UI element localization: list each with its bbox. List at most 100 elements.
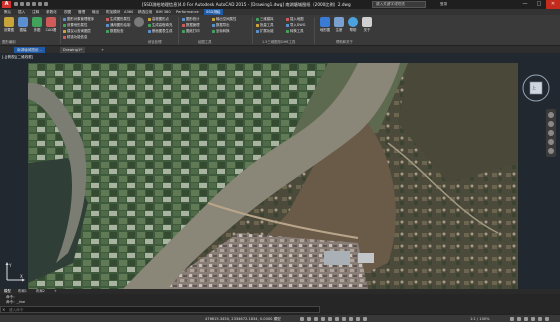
polar-icon[interactable] xyxy=(321,317,325,321)
snap-icon[interactable] xyxy=(307,317,311,321)
ribbon-tool-label: 插入地图 xyxy=(290,17,304,21)
ribbon-tool-label: 导入DWG xyxy=(290,23,306,27)
cad-view-button[interactable]: CAD看 xyxy=(44,17,58,32)
viewport-controls-label[interactable]: [-][俯视][二维线框] xyxy=(2,55,33,60)
command-history-line: 命令：_line xyxy=(6,300,26,304)
drawing-viewport[interactable]: [-][俯视][二维线框] 上 Y X xyxy=(0,53,560,289)
title-bar: A [SSD测绘地理信息]4.0 For Autodesk AutoCAD 20… xyxy=(0,0,560,9)
isolate-icon[interactable] xyxy=(524,317,528,321)
app-logo-icon[interactable]: A xyxy=(2,1,11,8)
ribbon-tool[interactable]: 转换工具 xyxy=(286,29,304,33)
ribbon-tool-label: 设置地形属性 xyxy=(67,23,88,27)
pan-icon[interactable] xyxy=(548,121,554,127)
customize-icon[interactable] xyxy=(545,317,549,321)
command-input[interactable] xyxy=(9,307,309,312)
sheet-button[interactable]: 图幅 xyxy=(16,17,30,32)
ribbon-tool[interactable]: 高程图形点 xyxy=(148,17,169,21)
ribbon-tool[interactable]: 生成图形属性 xyxy=(106,17,130,21)
ribbon-tool-label: 扩展功能 xyxy=(260,29,274,33)
ribbon-tool[interactable]: 坐标转换 xyxy=(212,29,230,33)
about-button[interactable]: 关于 xyxy=(360,17,374,32)
tool-icon xyxy=(63,35,66,39)
sign-in-link[interactable]: 登录 xyxy=(440,1,447,8)
ribbon-tool[interactable]: 断面图表生成 xyxy=(148,29,172,33)
tool-icon xyxy=(148,23,151,27)
gear-icon xyxy=(134,17,144,27)
ribbon-tool[interactable]: 插入地图 xyxy=(286,17,304,21)
close-button[interactable]: ✕ xyxy=(546,0,560,9)
ribbon-tool[interactable]: 精选功能信息 xyxy=(63,35,87,39)
status-bar: 476615.3450, 2334672.1834, 0.0000 模型 1:1… xyxy=(0,314,560,322)
ribbon-tool[interactable]: 通用图形绘制 xyxy=(106,23,130,27)
sheet-label: 图幅 xyxy=(19,28,27,32)
steering-wheel-icon[interactable] xyxy=(548,112,554,118)
ribbon-tool-label: 图形统计 xyxy=(186,17,200,21)
register-icon xyxy=(334,17,344,27)
ribbon-tool[interactable]: 扩展功能 xyxy=(256,29,274,33)
workspace-gear-icon[interactable] xyxy=(510,317,514,321)
ribbon-tool[interactable]: 三维模拟 xyxy=(256,17,274,21)
ribbon-tool-label: 数据检查 xyxy=(110,29,124,33)
coordinate-readout: 476615.3450, 2334672.1834, 0.0000 模型 xyxy=(205,317,281,321)
print-icon[interactable] xyxy=(32,2,36,6)
help-button[interactable]: 帮助 xyxy=(346,17,360,32)
viewcube-icon[interactable] xyxy=(521,73,551,103)
close-icon[interactable]: ✕ xyxy=(2,307,5,312)
search-box[interactable]: 键入关键字或短语 xyxy=(372,1,426,8)
minimize-button[interactable]: — xyxy=(518,0,532,9)
ribbon-tool-label: 图形对象管理程序 xyxy=(67,17,95,21)
otrack-icon[interactable] xyxy=(335,317,339,321)
ribbon-tool[interactable]: 生成高程填充 xyxy=(148,23,172,27)
register-button[interactable]: 注册 xyxy=(332,17,346,32)
ribbon-tool[interactable]: 设置地形属性 xyxy=(63,23,87,27)
ribbon-divider xyxy=(60,17,61,44)
hardware-icon[interactable] xyxy=(531,317,535,321)
lineweight-icon[interactable] xyxy=(342,317,346,321)
viewcube-top-label: 上 xyxy=(532,85,536,90)
annotation-icon[interactable] xyxy=(363,317,367,321)
ribbon-tool[interactable]: 图形统计 xyxy=(182,17,200,21)
new-icon[interactable] xyxy=(14,2,18,6)
ribbon-tool[interactable]: 数据检查 xyxy=(106,29,124,33)
window-title: [SSD测绘地理信息]4.0 For Autodesk AutoCAD 2015… xyxy=(142,2,351,7)
tool-icon xyxy=(286,29,289,33)
gear-button[interactable] xyxy=(132,17,146,28)
cad-view-icon xyxy=(46,17,56,27)
open-icon[interactable] xyxy=(20,2,24,6)
orbit-icon[interactable] xyxy=(548,139,554,145)
panel-label: 帮助和关于 xyxy=(336,40,353,44)
about-label: 关于 xyxy=(363,28,371,32)
zoom-icon[interactable] xyxy=(548,130,554,136)
ribbon-tool-label: 数据管理 xyxy=(186,23,200,27)
transparency-icon[interactable] xyxy=(349,317,353,321)
redo-icon[interactable] xyxy=(44,2,48,6)
ribbon-tool[interactable]: 数据管理 xyxy=(182,23,200,27)
annotation-scale[interactable]: 1:1 / 100% xyxy=(470,316,490,322)
topo-map-button[interactable]: 地形图 xyxy=(318,17,332,32)
ribbon-tool[interactable]: 输出空间属性 xyxy=(212,17,236,21)
clean-screen-icon[interactable] xyxy=(538,317,542,321)
ribbon-tool-label: 图纸打印 xyxy=(186,29,200,33)
help-label: 帮助 xyxy=(349,28,357,32)
save-icon[interactable] xyxy=(26,2,30,6)
grid-icon[interactable] xyxy=(300,317,304,321)
ribbon-tool[interactable]: 图形对象管理程序 xyxy=(63,17,94,21)
showmotion-icon[interactable] xyxy=(548,148,554,154)
maximize-button[interactable]: □ xyxy=(532,0,546,9)
multi-map-button[interactable]: 多图 xyxy=(30,17,44,32)
setup-map-button[interactable]: 设置图 xyxy=(2,17,16,32)
ribbon-tool[interactable]: 导入DWG xyxy=(286,23,305,27)
ribbon-tool-label: 通用图形绘制 xyxy=(110,23,131,27)
ortho-icon[interactable] xyxy=(314,317,318,321)
tool-icon xyxy=(256,29,259,33)
ribbon-tool[interactable]: 图纸打印 xyxy=(182,29,200,33)
ribbon-divider xyxy=(314,17,315,44)
lock-icon[interactable] xyxy=(517,317,521,321)
undo-icon[interactable] xyxy=(38,2,42,6)
ribbon-tool[interactable]: 数据导出 xyxy=(212,23,230,27)
ribbon-tool[interactable]: 建议以查询图层 xyxy=(63,29,91,33)
ribbon-tool[interactable]: 批量工具 xyxy=(256,23,274,27)
osnap-icon[interactable] xyxy=(328,317,332,321)
selection-cycling-icon[interactable] xyxy=(356,317,360,321)
help-icon xyxy=(348,17,358,27)
